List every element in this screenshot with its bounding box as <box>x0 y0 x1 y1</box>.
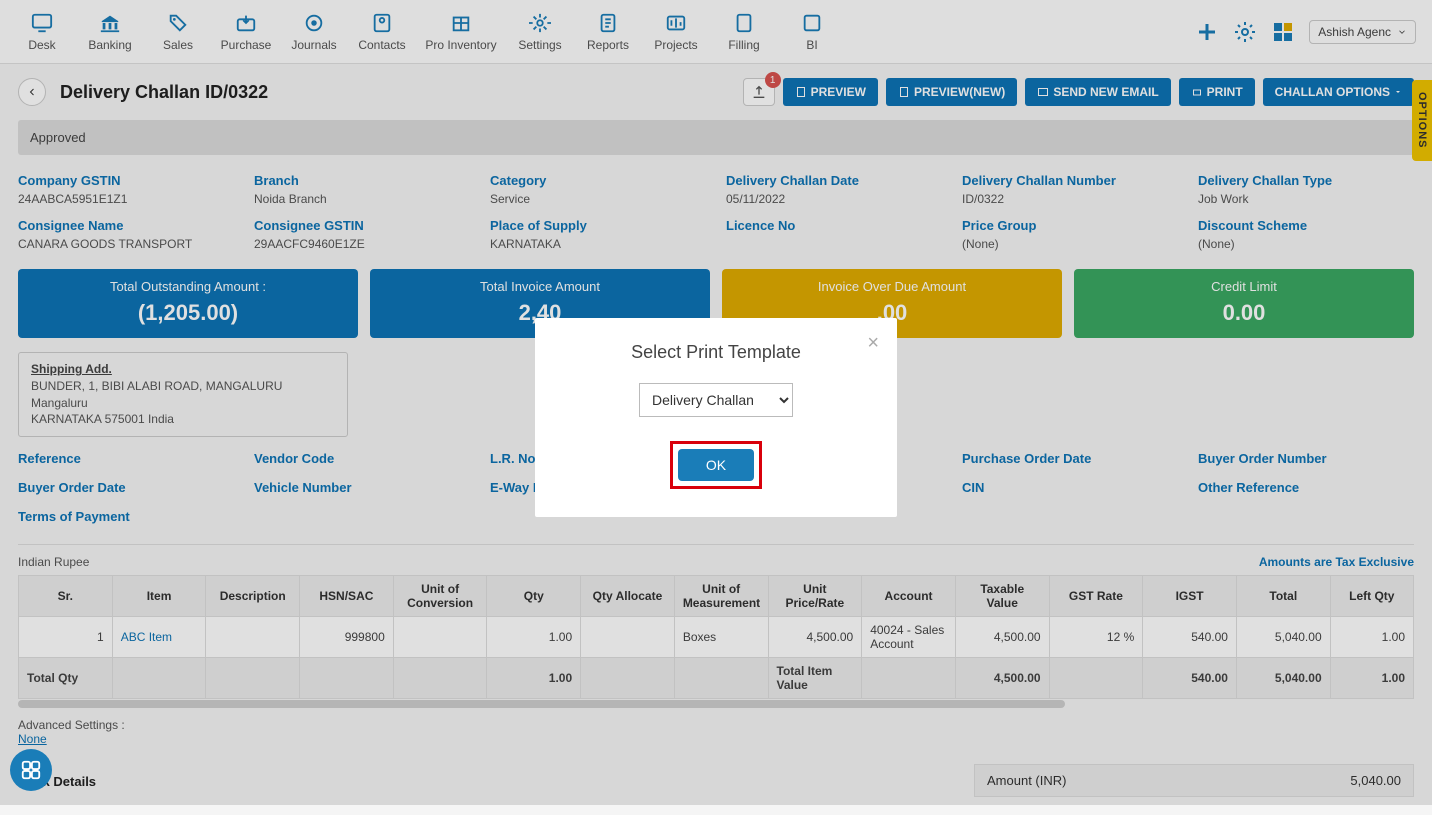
app-launcher[interactable] <box>10 749 52 791</box>
modal-close-button[interactable]: × <box>867 332 879 355</box>
ok-button[interactable]: OK <box>678 449 754 481</box>
grid-icon <box>20 759 42 781</box>
modal-title: Select Print Template <box>559 342 873 363</box>
ok-highlight: OK <box>670 441 762 489</box>
template-select[interactable]: Delivery Challan <box>639 383 793 417</box>
print-template-modal: × Select Print Template Delivery Challan… <box>535 318 897 517</box>
